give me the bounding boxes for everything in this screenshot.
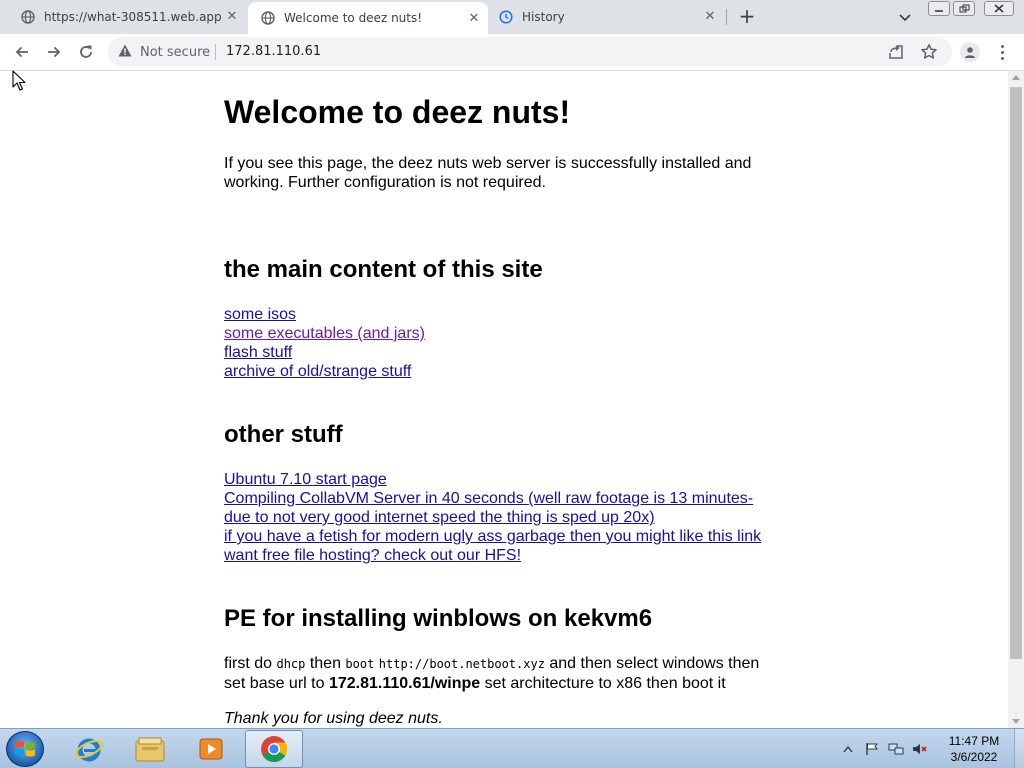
footer-text: Thank you for using deez nuts. — [224, 710, 443, 727]
history-icon — [498, 9, 514, 25]
tab-title: History — [522, 10, 565, 24]
arrow-left-icon — [15, 46, 28, 58]
reload-icon — [80, 45, 92, 58]
globe-icon — [20, 9, 36, 25]
tab-divider — [726, 9, 727, 25]
url-text[interactable]: 172.81.110.61 — [226, 44, 321, 59]
media-player-taskbar-button[interactable] — [182, 730, 240, 768]
show-desktop-button[interactable] — [1014, 729, 1024, 768]
pe-heading: PE for installing winblows on kekvm6 — [224, 605, 653, 632]
pe-text-2: then — [305, 655, 346, 672]
pe-text-5: set architecture to x86 then boot it — [480, 675, 726, 692]
internet-explorer-taskbar-button[interactable] — [60, 730, 118, 768]
warning-icon — [118, 44, 132, 61]
intro-text: If you see this page, the deez nuts web … — [224, 155, 752, 191]
link-executables[interactable]: some executables (and jars) — [224, 324, 784, 343]
vertical-scrollbar[interactable] — [1008, 71, 1024, 728]
system-tray — [840, 729, 936, 768]
clock-date: 3/6/2022 — [950, 750, 998, 764]
volume-muted-icon[interactable] — [912, 741, 928, 757]
tab-what-app[interactable]: https://what-308511.web.app ✕ — [10, 0, 246, 34]
link-hfs[interactable]: want free file hosting? check out our HF… — [224, 546, 784, 565]
windows-logo-icon — [15, 741, 35, 757]
winpe-url: 172.81.110.61/winpe — [328, 675, 481, 692]
back-button[interactable] — [12, 42, 32, 62]
page-title: Welcome to deez nuts! — [224, 94, 571, 130]
link-modern-garbage[interactable]: if you have a fetish for modern ugly ass… — [224, 527, 784, 546]
minimize-button[interactable] — [928, 1, 950, 16]
divider — [215, 44, 216, 60]
link-compiling-collabvm[interactable]: Compiling CollabVM Server in 40 seconds … — [224, 489, 784, 527]
show-hidden-icons-icon[interactable] — [840, 741, 856, 757]
chevron-down-icon[interactable] — [896, 8, 914, 26]
close-tab-icon[interactable]: ✕ — [466, 11, 482, 27]
forward-button[interactable] — [44, 42, 64, 62]
code-netboot-url: http://boot.netboot.xyz — [378, 657, 545, 671]
link-flash-stuff[interactable]: flash stuff — [224, 343, 784, 362]
scroll-up-arrow-icon[interactable] — [1012, 75, 1020, 80]
link-archive[interactable]: archive of old/strange stuff — [224, 362, 784, 381]
media-player-icon — [199, 738, 223, 760]
reload-button[interactable] — [76, 42, 96, 62]
bookmark-star-icon[interactable] — [920, 43, 938, 65]
browser-toolbar: Not secure 172.81.110.61 — [0, 34, 1024, 71]
security-label: Not secure — [140, 45, 211, 60]
page-viewport: Welcome to deez nuts! If you see this pa… — [0, 71, 1008, 728]
address-bar[interactable]: Not secure 172.81.110.61 — [108, 37, 952, 67]
pe-instructions: first do dhcp then boot http://boot.netb… — [224, 654, 784, 693]
close-tab-icon[interactable]: ✕ — [702, 9, 718, 25]
main-content-heading: the main content of this site — [224, 256, 543, 283]
action-center-flag-icon[interactable] — [864, 741, 880, 757]
main-links-list: some isos some executables (and jars) fl… — [224, 305, 784, 381]
tab-title: Welcome to deez nuts! — [284, 11, 423, 25]
other-links-list: Ubuntu 7.10 start page Compiling CollabV… — [224, 470, 784, 565]
page-content: Welcome to deez nuts! If you see this pa… — [224, 71, 784, 728]
arrow-right-icon — [48, 46, 61, 58]
folder-icon — [135, 737, 165, 762]
scroll-down-arrow-icon[interactable] — [1012, 719, 1020, 724]
network-icon[interactable] — [888, 741, 904, 757]
close-tab-icon[interactable]: ✕ — [224, 9, 240, 25]
start-button[interactable] — [6, 731, 44, 767]
tab-strip: https://what-308511.web.app ✕ Welcome to… — [0, 0, 1024, 34]
profile-icon[interactable] — [960, 42, 980, 62]
share-icon[interactable] — [888, 44, 904, 64]
new-tab-button[interactable]: + — [737, 6, 757, 27]
chrome-taskbar-button[interactable] — [245, 730, 303, 768]
pe-text-1: first do — [224, 655, 277, 672]
other-stuff-heading: other stuff — [224, 421, 343, 448]
clock-time: 11:47 PM — [948, 734, 1000, 748]
close-window-button[interactable] — [984, 1, 1014, 16]
more-menu-icon[interactable] — [994, 42, 1010, 62]
mouse-cursor-icon — [12, 70, 26, 91]
chrome-icon — [261, 736, 288, 763]
code-boot: boot — [345, 657, 375, 671]
tab-welcome[interactable]: Welcome to deez nuts! ✕ — [248, 2, 488, 34]
link-ubuntu-start-page[interactable]: Ubuntu 7.10 start page — [224, 470, 784, 489]
link-some-isos[interactable]: some isos — [224, 305, 784, 324]
tab-history[interactable]: History ✕ — [488, 0, 724, 34]
internet-explorer-icon — [75, 738, 103, 762]
file-explorer-taskbar-button[interactable] — [121, 730, 179, 768]
security-indicator[interactable]: Not secure — [118, 44, 210, 61]
globe-icon — [260, 10, 276, 26]
taskbar-clock[interactable]: 11:47 PM 3/6/2022 — [940, 733, 1008, 765]
tab-title: https://what-308511.web.app — [44, 10, 222, 24]
taskbar: 11:47 PM 3/6/2022 — [0, 728, 1024, 768]
code-dhcp: dhcp — [276, 657, 306, 671]
scrollbar-thumb[interactable] — [1010, 87, 1022, 659]
restore-button[interactable] — [953, 1, 975, 16]
